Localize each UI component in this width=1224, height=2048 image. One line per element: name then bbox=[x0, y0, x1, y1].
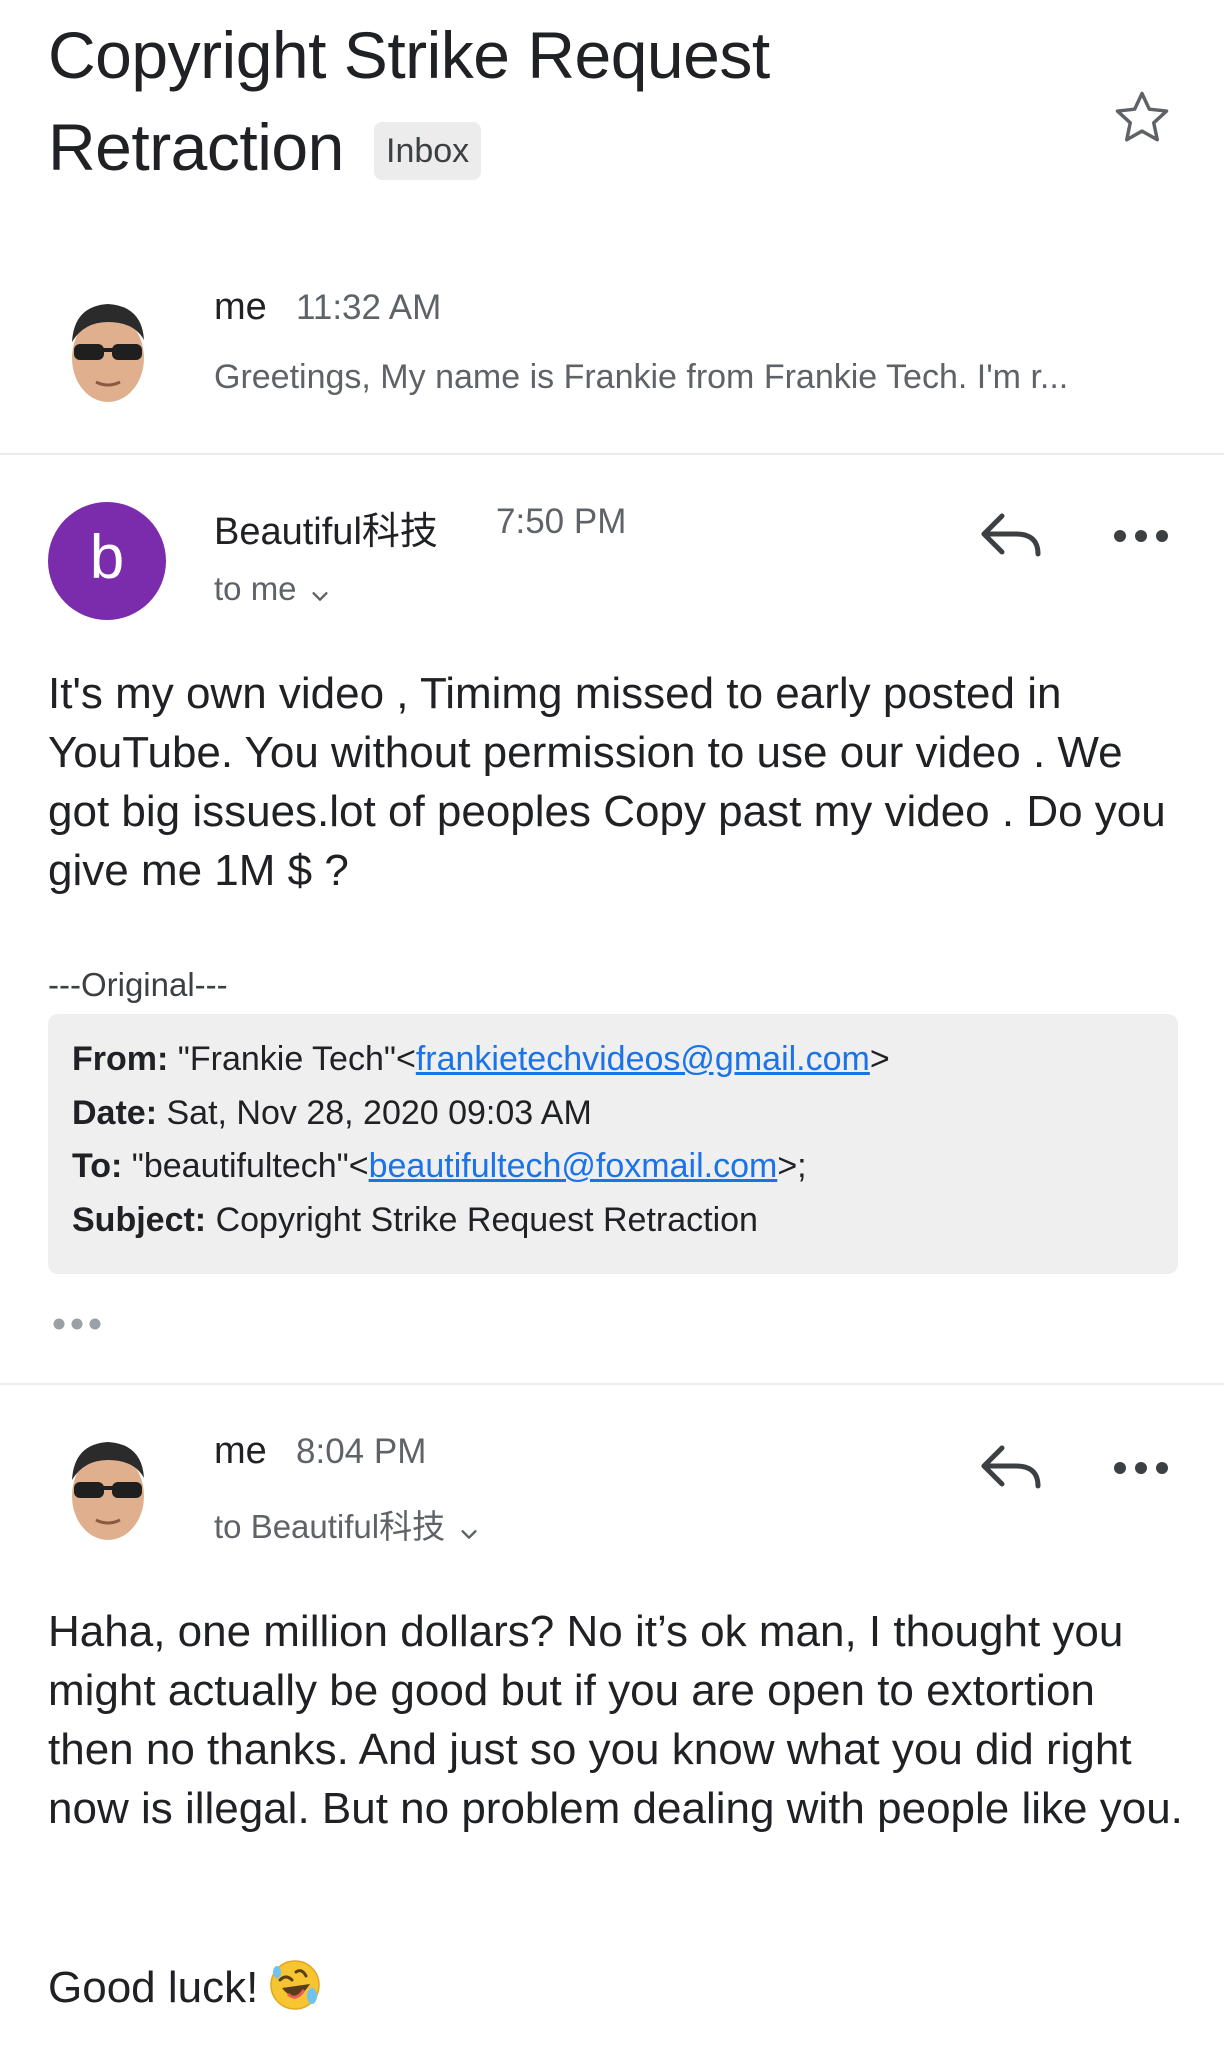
quoted-from-tail: > bbox=[869, 1040, 890, 1078]
message-time: 7:50 PM bbox=[496, 502, 627, 541]
rolling-on-floor-laughing-emoji-icon bbox=[270, 1960, 321, 2010]
recipients-label: to Beautiful科技 bbox=[214, 1508, 446, 1545]
message-body: Haha, one million dollars? No it’s ok ma… bbox=[48, 1607, 1183, 1833]
quoted-from-email-link[interactable]: frankietechvideos@gmail.com bbox=[416, 1040, 870, 1078]
quoted-to-tail: >; bbox=[777, 1147, 807, 1185]
thread-subject-line-1: Copyright Strike Request bbox=[48, 18, 770, 92]
quoted-from-line: From: "Frankie Tech"<frankietechvideos@g… bbox=[72, 1040, 890, 1079]
message-signoff: Good luck! bbox=[48, 1958, 1188, 2017]
message-divider bbox=[0, 1383, 1224, 1385]
quoted-to-line: To: "beautifultech"<beautifultech@foxmai… bbox=[72, 1147, 807, 1186]
inbox-label-chip[interactable]: Inbox bbox=[374, 122, 482, 180]
quoted-date-line: Date: Sat, Nov 28, 2020 09:03 AM bbox=[72, 1094, 592, 1133]
sender-avatar bbox=[72, 1442, 144, 1540]
message-time: 11:32 AM bbox=[296, 288, 442, 327]
sender-avatar bbox=[72, 304, 144, 402]
quoted-date-label: Date: bbox=[72, 1094, 158, 1132]
quoted-to-name: "beautifultech"< bbox=[131, 1147, 369, 1185]
message-divider bbox=[0, 453, 1224, 455]
original-header: ---Original--- bbox=[48, 966, 228, 1003]
sender-avatar: b bbox=[48, 502, 166, 620]
message-time: 8:04 PM bbox=[296, 1432, 427, 1471]
chevron-down-icon bbox=[460, 1529, 477, 1539]
reply-icon[interactable] bbox=[976, 1436, 1046, 1496]
quoted-message-box: From: "Frankie Tech"<frankietechvideos@g… bbox=[48, 1014, 1178, 1274]
quoted-subject-line: Subject: Copyright Strike Request Retrac… bbox=[72, 1201, 758, 1240]
thread-subject-line-2: Retraction bbox=[48, 110, 344, 184]
sender-name: Beautiful科技 bbox=[214, 511, 438, 553]
quoted-to-label: To: bbox=[72, 1147, 123, 1185]
sender-name: me bbox=[214, 1430, 267, 1472]
quoted-to-email-link[interactable]: beautifultech@foxmail.com bbox=[369, 1147, 778, 1185]
quoted-subject-value: Copyright Strike Request Retraction bbox=[215, 1201, 758, 1239]
quoted-from-name: "Frankie Tech"< bbox=[177, 1040, 416, 1078]
more-options-icon[interactable] bbox=[1106, 1436, 1176, 1496]
reply-icon[interactable] bbox=[976, 504, 1046, 564]
more-options-icon[interactable] bbox=[1106, 504, 1176, 564]
chevron-down-icon bbox=[312, 591, 328, 601]
signoff-text: Good luck! bbox=[48, 1963, 259, 2012]
recipients-toggle[interactable]: to me bbox=[214, 570, 331, 608]
message-snippet: Greetings, My name is Frankie from Frank… bbox=[214, 358, 1069, 396]
quoted-from-label: From: bbox=[72, 1040, 169, 1078]
recipients-label: to me bbox=[214, 570, 297, 607]
message-body: It's my own video , Timimg missed to ear… bbox=[48, 669, 1166, 895]
sender-name: me bbox=[214, 286, 267, 328]
quoted-date-value: Sat, Nov 28, 2020 09:03 AM bbox=[166, 1094, 592, 1132]
quoted-subject-label: Subject: bbox=[72, 1201, 207, 1239]
star-icon[interactable] bbox=[1110, 86, 1174, 150]
recipients-toggle[interactable]: to Beautiful科技 bbox=[214, 1500, 480, 1548]
show-trimmed-content-icon[interactable] bbox=[52, 1314, 102, 1334]
